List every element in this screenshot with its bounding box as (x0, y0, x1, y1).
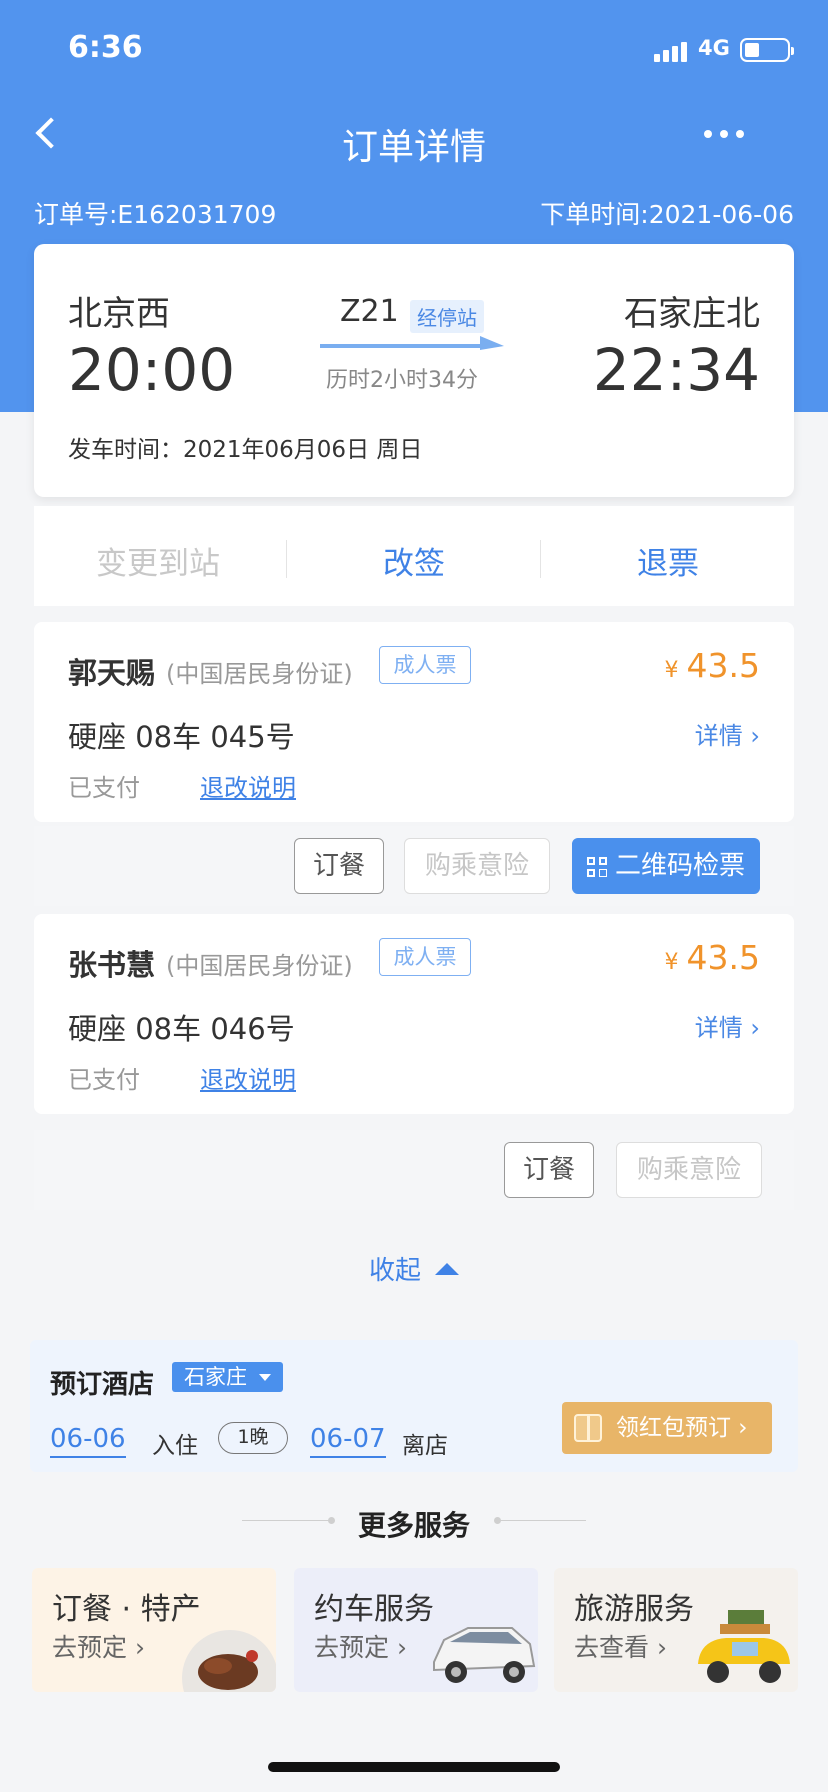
passenger-button-row: 订餐 购乘意险 (34, 1130, 794, 1210)
detail-link[interactable]: 详情 › (695, 716, 760, 751)
network-label: 4G (698, 36, 730, 60)
checkout-date[interactable]: 06-07 (310, 1424, 386, 1458)
nights-badge: 1晚 (218, 1422, 288, 1454)
ticket-price: ¥43.5 (665, 938, 760, 977)
detail-link[interactable]: 详情 › (695, 1008, 760, 1043)
price-value: 43.5 (686, 646, 760, 685)
price-value: 43.5 (686, 938, 760, 977)
hotel-title: 预订酒店 (50, 1370, 155, 1400)
departure-station: 北京西 (68, 294, 170, 334)
service-action: 去预定 › (314, 1633, 407, 1662)
city-label: 石家庄 (184, 1365, 247, 1389)
service-card-car[interactable]: 约车服务 去预定 › (294, 1568, 538, 1692)
service-title: 约车服务 (314, 1592, 434, 1627)
service-card-meal[interactable]: 订餐 · 特产 去预定 › (32, 1568, 276, 1692)
arrival-time: 22:34 (592, 336, 760, 404)
order-meal-button[interactable]: 订餐 (294, 838, 384, 894)
battery-icon (740, 38, 794, 62)
trip-duration: 历时2小时34分 (326, 368, 478, 393)
refund-rules-link[interactable]: 退改说明 (200, 1060, 296, 1095)
qr-checkin-button[interactable]: 二维码检票 (572, 838, 760, 894)
ticket-price: ¥43.5 (665, 646, 760, 685)
car-icon (433, 1627, 536, 1683)
more-options-icon[interactable] (704, 130, 744, 140)
qr-checkin-label: 二维码检票 (614, 851, 745, 881)
travel-car-icon (698, 1610, 790, 1683)
divider (496, 1520, 586, 1521)
stops-link[interactable]: 经停站 (410, 300, 484, 333)
page-title: 订单详情 (341, 127, 486, 168)
insurance-button[interactable]: 购乘意险 (616, 1142, 762, 1198)
refund-button[interactable]: 退票 (558, 538, 778, 583)
order-meal-button[interactable]: 订餐 (504, 1142, 594, 1198)
passenger-card: 郭天赐 (中国居民身份证) 成人票 ¥43.5 硬座 08车 045号 详情 ›… (34, 622, 794, 822)
currency-symbol: ¥ (664, 658, 679, 683)
arrival-station: 石家庄北 (624, 294, 760, 334)
change-station-button[interactable]: 变更到站 (48, 538, 268, 583)
service-action: 去预定 › (52, 1633, 145, 1662)
id-type: (中国居民身份证) (166, 660, 353, 688)
payment-status: 已支付 (68, 1066, 140, 1094)
ticket-actions: 变更到站 改签 退票 (34, 506, 794, 606)
divider (540, 540, 541, 578)
currency-symbol: ¥ (664, 950, 679, 975)
seat-info: 硬座 08车 045号 (68, 720, 295, 754)
signal-icon (654, 42, 688, 62)
reschedule-button[interactable]: 改签 (304, 538, 524, 583)
hotel-booking-panel: 预订酒店 石家庄 06-06 入住 1晚 06-07 离店 领红包预订 › (30, 1340, 798, 1472)
redpack-label: 领红包预订 › (616, 1415, 748, 1441)
refund-rules-link[interactable]: 退改说明 (200, 768, 296, 803)
divider (286, 540, 287, 578)
departure-date: 发车时间：2021年06月06日 周日 (68, 437, 423, 463)
trip-card: 北京西 20:00 Z21 经停站 历时2小时34分 石家庄北 22:34 发车… (34, 244, 794, 497)
insurance-button[interactable]: 购乘意险 (404, 838, 550, 894)
caret-down-icon (259, 1374, 271, 1381)
checkin-date[interactable]: 06-06 (50, 1424, 126, 1458)
passenger-button-row: 订餐 购乘意险 二维码检票 (34, 826, 794, 906)
id-type: (中国居民身份证) (166, 952, 353, 980)
service-title: 旅游服务 (574, 1592, 694, 1627)
passenger-name: 郭天赐 (68, 656, 156, 690)
departure-time: 20:00 (68, 336, 236, 404)
collapse-button[interactable]: 收起 (0, 1250, 828, 1287)
food-plate-icon (182, 1630, 276, 1692)
ticket-type-badge: 成人票 (379, 646, 471, 684)
city-selector[interactable]: 石家庄 (172, 1362, 283, 1392)
gift-icon (574, 1414, 602, 1442)
order-number: 订单号:E162031709 (34, 200, 277, 229)
train-number: Z21 (340, 294, 399, 329)
checkout-label: 离店 (402, 1433, 448, 1459)
ticket-type-badge: 成人票 (379, 938, 471, 976)
route-arrow-head-icon (480, 336, 504, 350)
qr-code-icon (586, 857, 607, 877)
payment-status: 已支付 (68, 774, 140, 802)
route-arrow-icon (320, 344, 486, 348)
collapse-label: 收起 (368, 1256, 421, 1286)
more-services-title: 更多服务 (357, 1509, 470, 1542)
service-card-travel[interactable]: 旅游服务 去查看 › (554, 1568, 798, 1692)
redpack-booking-button[interactable]: 领红包预订 › (562, 1402, 772, 1454)
seat-info: 硬座 08车 046号 (68, 1012, 295, 1046)
home-indicator[interactable] (268, 1762, 560, 1772)
order-time: 下单时间:2021-06-06 (540, 200, 794, 229)
checkin-label: 入住 (152, 1433, 198, 1459)
status-time: 6:36 (68, 30, 143, 65)
service-action: 去查看 › (574, 1633, 667, 1662)
passenger-name: 张书慧 (68, 948, 156, 982)
caret-up-icon (435, 1263, 459, 1275)
passenger-card: 张书慧 (中国居民身份证) 成人票 ¥43.5 硬座 08车 046号 详情 ›… (34, 914, 794, 1114)
